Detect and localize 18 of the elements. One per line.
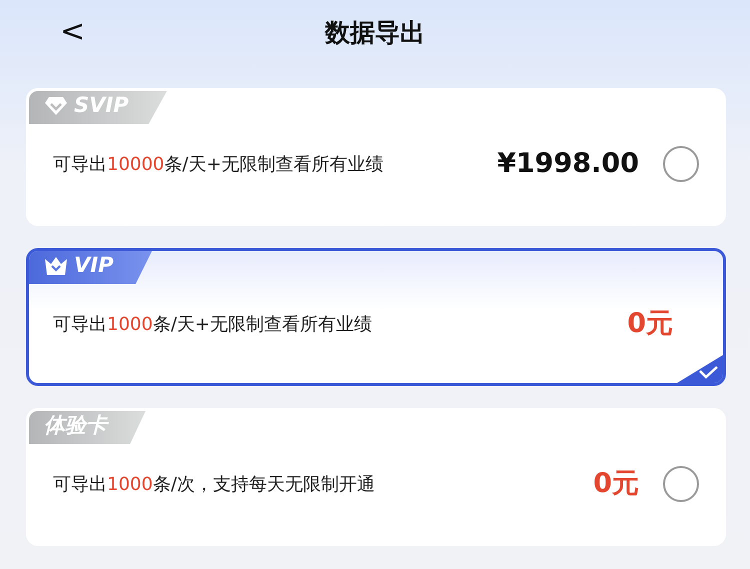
plan-price: 0元	[593, 467, 639, 501]
plan-price: ¥1998.00	[497, 147, 639, 181]
plan-description: 可导出 1000条/次，支持每天无限制开通	[53, 472, 376, 497]
plan-price: 0元	[627, 307, 673, 341]
plan-card[interactable]: 体验卡 可导出 1000条/次，支持每天无限制开通 0元	[26, 408, 726, 546]
radio-button[interactable]	[663, 466, 699, 502]
page-title: 数据导出	[325, 17, 425, 49]
back-button[interactable]: <	[52, 14, 94, 50]
badge-label: 体验卡	[44, 412, 107, 440]
plan-card[interactable]: VIP 可导出 1000条/天+无限制查看所有业绩 0元	[26, 248, 726, 386]
badge-label: SVIP	[74, 92, 129, 120]
plan-card[interactable]: SVIP 可导出 10000条/天+无限制查看所有业绩 ¥1998.00	[26, 88, 726, 226]
badge-label: VIP	[74, 252, 114, 280]
plan-description: 可导出 10000条/天+无限制查看所有业绩	[53, 152, 384, 177]
radio-button[interactable]	[663, 146, 699, 182]
diamond-icon	[44, 96, 68, 116]
crown-icon	[44, 256, 68, 276]
plan-description: 可导出 1000条/天+无限制查看所有业绩	[53, 312, 373, 337]
